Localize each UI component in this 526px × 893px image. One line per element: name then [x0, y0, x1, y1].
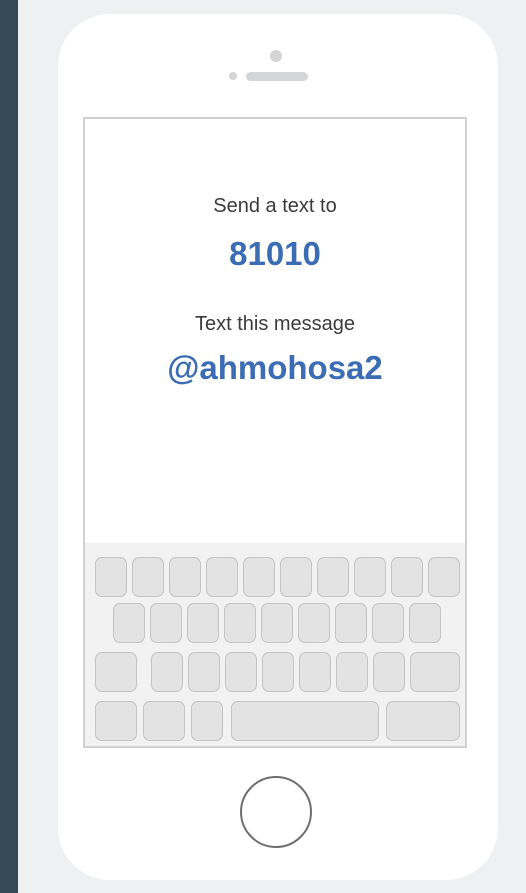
camera-icon: [270, 50, 282, 62]
keyboard-key: [243, 557, 275, 597]
keyboard-key: [386, 701, 460, 741]
keyboard-key: [335, 603, 367, 643]
keyboard-key: [206, 557, 238, 597]
keyboard-illustration: [85, 543, 465, 746]
phone-screen: Send a text to 81010 Text this message @…: [83, 117, 467, 748]
keyboard-key: [372, 603, 404, 643]
keyboard-key: [262, 652, 294, 692]
keyboard-key: [95, 652, 137, 692]
keyboard-key: [299, 652, 331, 692]
keyboard-key: [336, 652, 368, 692]
keyboard-key: [409, 603, 441, 643]
send-text-label: Send a text to: [213, 195, 337, 217]
message-keyword: @ahmohosa2: [167, 349, 383, 386]
keyboard-key: [188, 652, 220, 692]
home-button-icon: [240, 776, 312, 848]
keyboard-key: [391, 557, 423, 597]
keyboard-key: [191, 701, 223, 741]
phone-number: 81010: [229, 235, 321, 272]
keyboard-key: [354, 557, 386, 597]
keyboard-key: [95, 557, 127, 597]
keyboard-key: [298, 603, 330, 643]
keyboard-key: [143, 701, 185, 741]
keyboard-key: [373, 652, 405, 692]
message-label: Text this message: [194, 313, 356, 335]
speaker-icon: [246, 72, 308, 81]
keyboard-key: [187, 603, 219, 643]
keyboard-key: [317, 557, 349, 597]
keyboard-key: [428, 557, 460, 597]
keyboard-spacebar: [231, 701, 379, 741]
keyboard-key: [95, 701, 137, 741]
sensor-icon: [229, 72, 237, 80]
keyboard-key: [151, 652, 183, 692]
keyboard-key: [261, 603, 293, 643]
keyboard-key: [224, 603, 256, 643]
keyboard-key: [150, 603, 182, 643]
keyboard-key: [280, 557, 312, 597]
keyboard-key: [169, 557, 201, 597]
keyboard-key: [410, 652, 460, 692]
keyboard-key: [225, 652, 257, 692]
keyboard-key: [113, 603, 145, 643]
keyboard-key: [132, 557, 164, 597]
